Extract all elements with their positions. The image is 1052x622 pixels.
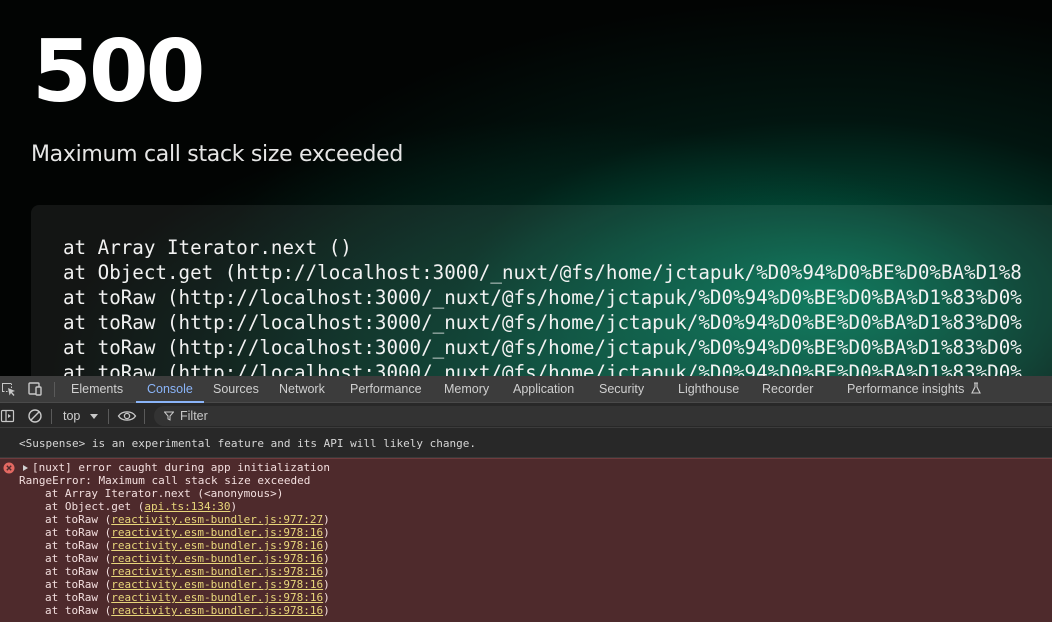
error-header-text: [nuxt] error caught during app initializ… <box>32 461 331 474</box>
stack-frame: at toRaw (reactivity.esm-bundler.js:978:… <box>45 604 330 617</box>
sidebar-toggle-icon[interactable] <box>0 408 16 424</box>
console-output: <Suspense> is an experimental feature an… <box>0 429 1052 622</box>
tab-network[interactable]: Network <box>279 376 325 403</box>
tab-recorder[interactable]: Recorder <box>762 376 813 403</box>
tab-lighthouse[interactable]: Lighthouse <box>678 376 739 403</box>
stack-frame-prefix: at toRaw ( <box>45 526 112 539</box>
source-link[interactable]: reactivity.esm-bundler.js:977:27 <box>111 513 323 526</box>
stack-frame-suffix: ) <box>323 526 330 539</box>
source-link[interactable]: reactivity.esm-bundler.js:978:16 <box>111 565 323 578</box>
device-toggle-icon[interactable] <box>26 380 44 398</box>
tab-console[interactable]: Console <box>136 376 204 403</box>
console-message-text: <Suspense> is an experimental feature an… <box>19 437 476 450</box>
context-selector[interactable]: top <box>63 404 98 428</box>
stack-line: at toRaw (http://localhost:3000/_nuxt/@f… <box>63 311 1022 334</box>
tab-console-label: Console <box>147 382 193 396</box>
stack-frame-prefix: at toRaw ( <box>45 513 112 526</box>
stack-line: at Array Iterator.next () <box>63 236 352 259</box>
context-selector-value: top <box>63 409 81 423</box>
stack-frame-prefix: at toRaw ( <box>45 591 112 604</box>
source-link[interactable]: reactivity.esm-bundler.js:978:16 <box>111 578 323 591</box>
clear-console-icon[interactable] <box>27 408 43 424</box>
stack-frame-suffix: ) <box>323 565 330 578</box>
stack-frame-suffix: ) <box>323 591 330 604</box>
stack-frame: at toRaw (reactivity.esm-bundler.js:978:… <box>45 591 330 604</box>
tab-elements[interactable]: Elements <box>71 376 123 403</box>
source-link[interactable]: reactivity.esm-bundler.js:978:16 <box>111 591 323 604</box>
stack-trace: at Array Iterator.next () at Object.get … <box>63 235 1022 376</box>
stack-frame-prefix: at toRaw ( <box>45 565 112 578</box>
stack-line: at toRaw (http://localhost:3000/_nuxt/@f… <box>63 361 1022 376</box>
toolbar-divider <box>108 409 109 424</box>
stack-frame-suffix: ) <box>323 604 330 617</box>
stack-frame-prefix: at Object.get ( <box>45 500 145 513</box>
live-expression-eye-icon[interactable] <box>117 408 137 424</box>
tab-security[interactable]: Security <box>599 376 644 403</box>
source-link[interactable]: api.ts:134:30 <box>144 500 230 513</box>
filter-input[interactable]: Filter <box>154 406 1052 426</box>
stack-frame-prefix: at toRaw ( <box>45 604 112 617</box>
error-header[interactable]: [nuxt] error caught during app initializ… <box>19 461 330 474</box>
stack-frame-suffix: ) <box>230 500 238 513</box>
stack-frame-suffix: ) <box>323 552 330 565</box>
stack-frame: at Array Iterator.next (<anonymous>) <box>45 487 284 500</box>
stack-line: at toRaw (http://localhost:3000/_nuxt/@f… <box>63 336 1022 359</box>
toolbar-divider <box>144 409 145 424</box>
stack-frame: at toRaw (reactivity.esm-bundler.js:977:… <box>45 513 330 526</box>
source-link[interactable]: reactivity.esm-bundler.js:978:16 <box>111 552 323 565</box>
flask-icon <box>971 382 981 394</box>
stack-frame: at toRaw (reactivity.esm-bundler.js:978:… <box>45 539 330 552</box>
stack-frame: at toRaw (reactivity.esm-bundler.js:978:… <box>45 526 330 539</box>
stack-frame: at toRaw (reactivity.esm-bundler.js:978:… <box>45 578 330 591</box>
stack-frame-prefix: at toRaw ( <box>45 539 112 552</box>
tab-performance[interactable]: Performance <box>350 376 422 403</box>
stack-frame-prefix: at toRaw ( <box>45 578 112 591</box>
status-code: 500 <box>32 22 206 122</box>
devtools-tabbar: Elements Console Sources Network Perform… <box>0 376 1052 403</box>
tab-application[interactable]: Application <box>513 376 574 403</box>
tab-performance-insights[interactable]: Performance insights <box>847 376 981 403</box>
caret-down-icon <box>89 414 98 420</box>
stack-trace-box: at Array Iterator.next () at Object.get … <box>31 205 1052 376</box>
stack-frame: at toRaw (reactivity.esm-bundler.js:978:… <box>45 552 330 565</box>
source-link[interactable]: reactivity.esm-bundler.js:978:16 <box>111 526 323 539</box>
error-message: Maximum call stack size exceeded <box>31 142 404 167</box>
stack-frame-suffix: ) <box>323 578 330 591</box>
source-link[interactable]: reactivity.esm-bundler.js:978:16 <box>111 539 323 552</box>
console-error-message: [nuxt] error caught during app initializ… <box>0 458 1052 622</box>
stack-frame-suffix: ) <box>323 513 330 526</box>
stack-frame: at toRaw (reactivity.esm-bundler.js:978:… <box>45 565 330 578</box>
console-message: <Suspense> is an experimental feature an… <box>0 429 1052 458</box>
source-link[interactable]: reactivity.esm-bundler.js:978:16 <box>111 604 323 617</box>
inspect-element-icon[interactable] <box>0 380 18 398</box>
tab-memory[interactable]: Memory <box>444 376 489 403</box>
expand-triangle-icon[interactable] <box>23 464 28 471</box>
console-toolbar: top Filter <box>0 404 1052 428</box>
error-type-line: RangeError: Maximum call stack size exce… <box>19 474 311 487</box>
stack-frame: at Object.get (api.ts:134:30) <box>45 500 237 513</box>
devtools-panel: Elements Console Sources Network Perform… <box>0 376 1052 622</box>
stack-frame-suffix: ) <box>323 539 330 552</box>
filter-icon <box>164 411 174 421</box>
stack-line: at Object.get (http://localhost:3000/_nu… <box>63 261 1022 284</box>
nuxt-error-page: 500 Maximum call stack size exceeded at … <box>0 0 1052 376</box>
error-icon <box>3 462 15 474</box>
stack-line: at toRaw (http://localhost:3000/_nuxt/@f… <box>63 286 1022 309</box>
tab-sources[interactable]: Sources <box>213 376 259 403</box>
tabbar-divider <box>54 382 55 397</box>
filter-placeholder: Filter <box>180 409 208 423</box>
stack-frame-prefix: at toRaw ( <box>45 552 112 565</box>
toolbar-divider <box>51 409 52 424</box>
tab-performance-insights-label: Performance insights <box>847 382 965 396</box>
